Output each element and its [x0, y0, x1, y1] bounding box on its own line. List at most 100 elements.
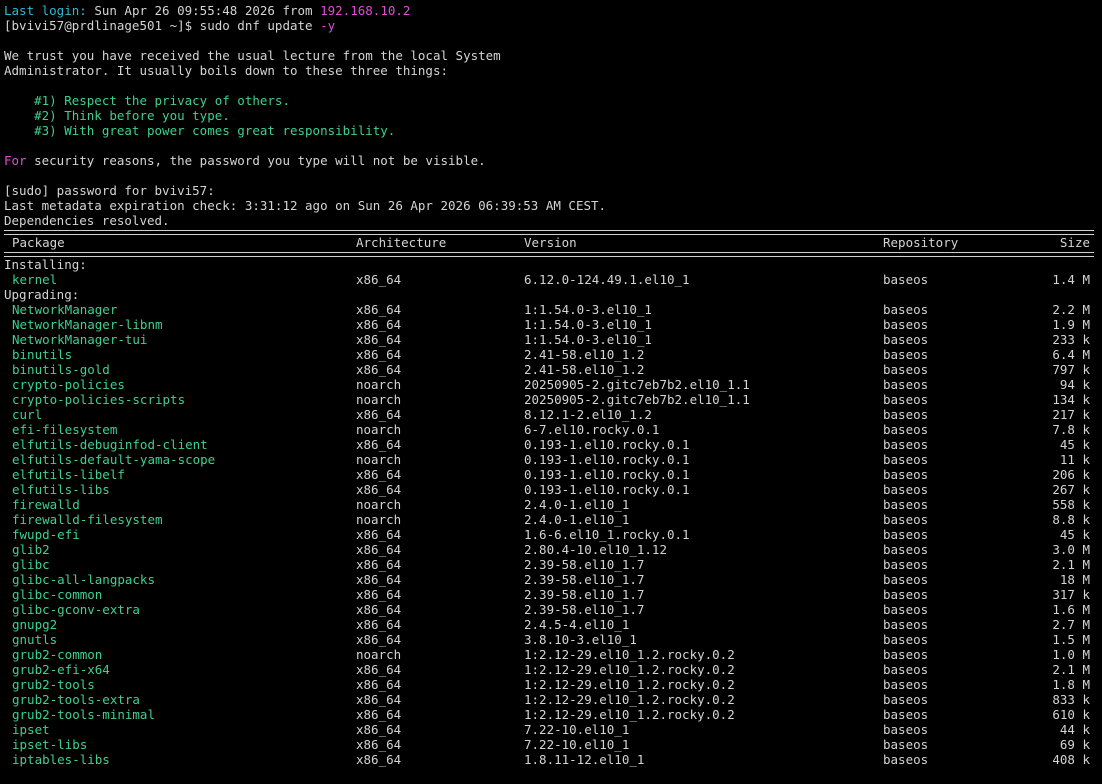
package-name: crypto-policies-scripts — [12, 392, 186, 407]
package-architecture: noarch — [356, 392, 402, 407]
package-architecture: x86_64 — [356, 572, 402, 587]
package-version: 2.39-58.el10_1.7 — [524, 587, 645, 602]
package-name: binutils-gold — [12, 362, 110, 377]
package-row: binutils-gold x86_64 2.41-58.el10_1.2 baseo… — [4, 362, 1098, 377]
package-size: 45 k — [1059, 527, 1090, 542]
package-name: NetworkManager — [12, 302, 118, 317]
shell-command: sudo dnf update — [199, 18, 321, 33]
package-size: 2.2 M — [1052, 302, 1090, 317]
package-name: glibc-gconv-extra — [12, 602, 140, 617]
package-version: 2.39-58.el10_1.7 — [524, 602, 645, 617]
terminal-window[interactable]: Last login: Sun Apr 26 09:55:48 2026 fro… — [0, 0, 1102, 784]
package-version: 1.6-6.el10_1.rocky.0.1 — [524, 527, 690, 542]
package-size: 18 M — [1059, 572, 1090, 587]
package-version: 1:1.54.0-3.el10_1 — [524, 317, 652, 332]
package-size: 69 k — [1059, 737, 1090, 752]
package-row: glibc-common x86_64 2.39-58.el10_1.7 baseos… — [4, 587, 1098, 602]
package-architecture: x86_64 — [356, 527, 402, 542]
package-row: NetworkManager-tui x86_64 1:1.54.0-3.el10_… — [4, 332, 1098, 347]
package-version: 1.8.11-12.el10_1 — [524, 752, 645, 767]
package-repository: baseos — [883, 512, 929, 527]
package-architecture: x86_64 — [356, 587, 402, 602]
lecture-item-2: #2) Think before you type. — [4, 108, 230, 123]
package-row: glibc-gconv-extra x86_64 2.39-58.el10_1.7 b… — [4, 602, 1098, 617]
package-version: 7.22-10.el10_1 — [524, 737, 630, 752]
package-size: 558 k — [1052, 497, 1090, 512]
package-version: 1:2.12-29.el10_1.2.rocky.0.2 — [524, 647, 735, 662]
package-row: ipset-libs x86_64 7.22-10.el10_1 baseos 69 k — [4, 737, 1098, 752]
package-size: 408 k — [1052, 752, 1090, 767]
package-repository: baseos — [883, 647, 929, 662]
package-architecture: x86_64 — [356, 677, 402, 692]
package-version: 20250905-2.gitc7eb7b2.el10_1.1 — [524, 377, 750, 392]
package-name: glib2 — [12, 542, 50, 557]
package-architecture: noarch — [356, 422, 402, 437]
package-architecture: noarch — [356, 377, 402, 392]
table-divider-header — [4, 250, 1098, 257]
package-repository: baseos — [883, 527, 929, 542]
package-version: 1:2.12-29.el10_1.2.rocky.0.2 — [524, 707, 735, 722]
package-version: 2.4.0-1.el10_1 — [524, 497, 630, 512]
package-repository: baseos — [883, 587, 929, 602]
package-size: 1.9 M — [1052, 317, 1090, 332]
command-line: [bvivi57@prdlinage501 ~]$ sudo dnf updat… — [4, 18, 1098, 33]
package-repository: baseos — [883, 722, 929, 737]
header-version: Version — [524, 235, 577, 250]
lecture-item-1: #1) Respect the privacy of others. — [4, 93, 290, 108]
package-version: 1:2.12-29.el10_1.2.rocky.0.2 — [524, 692, 735, 707]
package-size: 11 k — [1059, 452, 1090, 467]
package-architecture: x86_64 — [356, 707, 402, 722]
package-repository: baseos — [883, 467, 929, 482]
package-name: iptables-libs — [12, 752, 110, 767]
package-version: 2.39-58.el10_1.7 — [524, 572, 645, 587]
package-repository: baseos — [883, 737, 929, 752]
package-repository: baseos — [883, 692, 929, 707]
package-repository: baseos — [883, 362, 929, 377]
last-login-ip: 192.168.10.2 — [320, 3, 411, 18]
package-row: fwupd-efi x86_64 1.6-6.el10_1.rocky.0.1 bas… — [4, 527, 1098, 542]
package-size: 610 k — [1052, 707, 1090, 722]
package-row: elfutils-libs x86_64 0.193-1.el10.rocky.0.… — [4, 482, 1098, 497]
package-repository: baseos — [883, 752, 929, 767]
package-name: elfutils-debuginfod-client — [12, 437, 208, 452]
package-size: 7.8 k — [1052, 422, 1090, 437]
package-architecture: x86_64 — [356, 482, 402, 497]
package-name: NetworkManager-libnm — [12, 317, 163, 332]
package-version: 2.80.4-10.el10_1.12 — [524, 542, 667, 557]
dependencies-resolved-line: Dependencies resolved. — [4, 213, 170, 228]
package-row: iptables-libs x86_64 1.8.11-12.el10_1 baseo… — [4, 752, 1098, 767]
package-size: 1.4 M — [1052, 272, 1090, 287]
package-architecture: x86_64 — [356, 317, 402, 332]
package-row: ipset x86_64 7.22-10.el10_1 baseos 44 k — [4, 722, 1098, 737]
package-row: gnutls x86_64 3.8.10-3.el10_1 baseos 1.5 M — [4, 632, 1098, 647]
package-name: glibc-common — [12, 587, 103, 602]
package-name: firewalld — [12, 497, 80, 512]
package-version: 1:1.54.0-3.el10_1 — [524, 332, 652, 347]
header-package: Package — [12, 235, 65, 250]
package-size: 267 k — [1052, 482, 1090, 497]
package-repository: baseos — [883, 542, 929, 557]
package-row: crypto-policies-scripts noarch 20250905-2.… — [4, 392, 1098, 407]
package-architecture: x86_64 — [356, 437, 402, 452]
package-version: 1:2.12-29.el10_1.2.rocky.0.2 — [524, 677, 735, 692]
package-repository: baseos — [883, 497, 929, 512]
package-repository: baseos — [883, 317, 929, 332]
package-architecture: x86_64 — [356, 407, 402, 422]
package-name: glibc-all-langpacks — [12, 572, 155, 587]
package-size: 94 k — [1059, 377, 1090, 392]
package-architecture: x86_64 — [356, 557, 402, 572]
table-divider-top — [4, 228, 1098, 235]
package-size: 8.8 k — [1052, 512, 1090, 527]
package-repository: baseos — [883, 302, 929, 317]
package-architecture: noarch — [356, 647, 402, 662]
package-repository: baseos — [883, 407, 929, 422]
lecture-line-1: We trust you have received the usual lec… — [4, 48, 501, 63]
lecture-item-3: #3) With great power comes great respons… — [4, 123, 396, 138]
package-version: 2.41-58.el10_1.2 — [524, 347, 645, 362]
package-row: gnupg2 x86_64 2.4.5-4.el10_1 baseos 2.7 M — [4, 617, 1098, 632]
sudo-password-prompt: [sudo] password for bvivi57: — [4, 183, 215, 198]
package-size: 45 k — [1059, 437, 1090, 452]
package-version: 2.39-58.el10_1.7 — [524, 557, 645, 572]
upgrading-section-label: Upgrading: — [4, 287, 80, 302]
package-repository: baseos — [883, 452, 929, 467]
